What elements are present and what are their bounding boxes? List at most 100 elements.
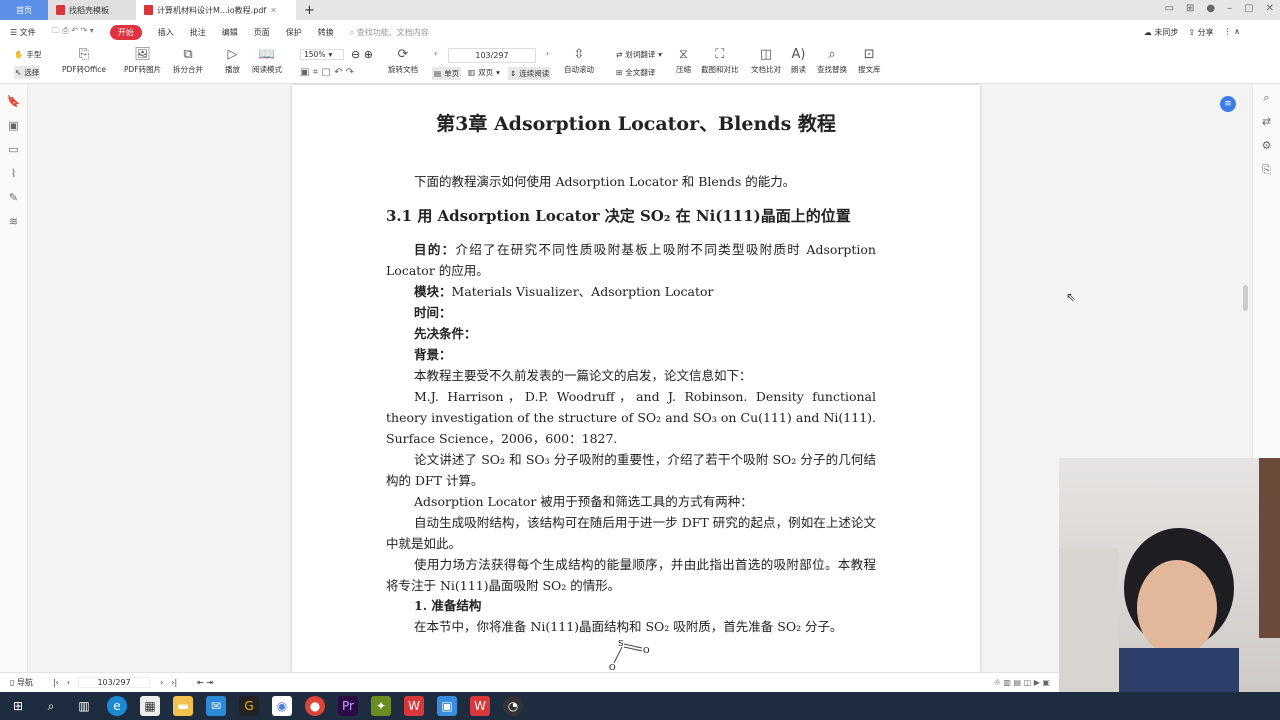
file-explorer-icon[interactable]: ▬: [173, 696, 193, 716]
menu-protect[interactable]: 保护: [286, 27, 302, 38]
app-cloud-icon[interactable]: ◉: [272, 696, 292, 716]
avatar[interactable]: ●: [1206, 3, 1215, 14]
hand-tool[interactable]: ✋ 手型: [14, 49, 41, 60]
label: 截图和对比: [701, 65, 739, 74]
rotate-button[interactable]: ⟳ 旋转文档: [388, 48, 418, 75]
search-input[interactable]: ⌕ 查找功能、文档内容: [350, 27, 429, 38]
new-tab-button[interactable]: +: [296, 0, 323, 20]
page-input[interactable]: 103/297: [448, 48, 536, 63]
menu-bar: ☰ 文件 🗀 ⎙ ↶ ↷ ▾ 开始 插入 批注 编辑 页面 保护 转换 ⌕ 查找…: [0, 20, 1280, 44]
task-view-icon[interactable]: ▥: [74, 696, 94, 716]
zoom-select[interactable]: 150% ▾: [300, 49, 344, 60]
search-icon: ⌕: [828, 47, 836, 62]
screenshot-compare-button[interactable]: ⛶ 截图和对比: [701, 48, 739, 75]
split-merge-button[interactable]: ⧉ 拆分合并: [173, 48, 203, 75]
more-icon[interactable]: ⋮ ∧: [1224, 27, 1240, 38]
read-mode-button[interactable]: 📖 阅读模式: [252, 48, 282, 75]
vertical-scrollbar[interactable]: [1243, 285, 1248, 311]
assistant-icon[interactable]: ≡: [1220, 96, 1236, 112]
store-icon[interactable]: ▦: [140, 696, 160, 716]
close-icon[interactable]: ✕: [270, 6, 277, 15]
time-label: 时间：: [414, 305, 452, 320]
first-page-button[interactable]: |‹: [53, 678, 59, 687]
view-mode-buttons[interactable]: ☼ ▥ ▤ ◫ ▶ ▣: [994, 678, 1050, 687]
page-indicator[interactable]: 103/297: [78, 677, 151, 688]
menu-annotate[interactable]: 批注: [190, 27, 206, 38]
so2-molecule-diagram: S O O: [609, 639, 650, 672]
zoom-search-icon[interactable]: ⌕: [1253, 85, 1280, 109]
text: Materials Visualizer、Adsorption Locator: [451, 284, 714, 299]
chapter-title: 第3章 Adsorption Locator、Blends 教程: [436, 113, 836, 135]
full-translate-button[interactable]: ⊞ 全文翻译: [616, 67, 655, 78]
paragraph: 论文讲述了 SO₂ 和 SO₃ 分子吸附的重要性，介绍了若干个吸附 SO₂ 分子…: [386, 452, 876, 488]
settings-icon[interactable]: ⚙: [1253, 133, 1280, 157]
export-icon[interactable]: ⎘: [1253, 157, 1280, 181]
attachment-icon[interactable]: ⌇: [0, 167, 27, 191]
left-sidebar: 🔖 ▣ ▭ ⌇ ✎ ≋: [0, 85, 28, 672]
layout-icon[interactable]: ▭: [1165, 3, 1174, 14]
premiere-icon[interactable]: Pr: [338, 696, 358, 716]
bookmark-icon[interactable]: 🔖: [0, 95, 27, 119]
library-icon: ⊡: [863, 47, 875, 62]
read-aloud-button[interactable]: A) 朗读: [791, 48, 806, 75]
find-replace-button[interactable]: ⌕ 查找替换: [817, 48, 847, 75]
grid-icon[interactable]: ⊞: [1186, 3, 1194, 14]
wps-icon[interactable]: W: [404, 696, 424, 716]
zoom-buttons[interactable]: ⊖ ⊕: [351, 48, 373, 61]
single-page-button[interactable]: ▤ 单页: [432, 67, 462, 80]
pdf-to-image-button[interactable]: 🖼 PDF转图片: [124, 48, 161, 75]
windows-start-icon[interactable]: ⊞: [8, 696, 28, 716]
rotate-icon: ⟳: [397, 47, 409, 62]
prev-page-button[interactable]: ‹: [434, 49, 437, 58]
menu-start[interactable]: 开始: [109, 24, 142, 40]
menu-file[interactable]: ☰ 文件: [10, 27, 36, 38]
minimize-button[interactable]: –: [1227, 3, 1232, 14]
translate-icon[interactable]: ⇄: [1253, 109, 1280, 133]
auto-scroll-button[interactable]: ⇳ 自动滚动: [564, 48, 594, 75]
comment-icon[interactable]: ▭: [0, 143, 27, 167]
menu-insert[interactable]: 插入: [158, 27, 174, 38]
search-icon[interactable]: ⌕: [41, 696, 61, 716]
compress-button[interactable]: ⧖ 压缩: [676, 48, 691, 75]
next-page-button[interactable]: ›: [546, 49, 549, 58]
label: 压缩: [676, 65, 691, 74]
label: 朗读: [791, 65, 806, 74]
tab-home[interactable]: 首页: [0, 0, 48, 20]
continuous-read-button[interactable]: ⇕ 连续阅读: [508, 67, 552, 80]
tab-pdf[interactable]: 计算机材料设计M...io教程.pdf ✕: [136, 0, 296, 20]
share-button[interactable]: ⇪ 分享: [1188, 27, 1213, 38]
nav-button[interactable]: ▯ 导航: [10, 677, 33, 688]
double-page-button[interactable]: ▥ 双页 ▾: [468, 67, 500, 78]
thumbnail-icon[interactable]: ▣: [0, 119, 27, 143]
mail-icon[interactable]: ✉: [206, 696, 226, 716]
next-page-button[interactable]: ›: [160, 678, 163, 687]
search-library-button[interactable]: ⊡ 搜文库: [858, 48, 881, 75]
last-page-button[interactable]: ›|: [171, 678, 177, 687]
tab-template[interactable]: 找稻壳模板: [48, 0, 136, 20]
word-translate-button[interactable]: ⇄ 划词翻译 ▾: [616, 49, 662, 60]
layers-icon[interactable]: ≋: [0, 215, 27, 239]
maximize-button[interactable]: ▢: [1244, 3, 1253, 14]
play-button[interactable]: ▷ 播放: [225, 48, 240, 75]
recorder-icon[interactable]: ◔: [503, 696, 523, 716]
menu-edit[interactable]: 编辑: [222, 27, 238, 38]
chrome-icon[interactable]: ●: [305, 696, 325, 716]
signature-icon[interactable]: ✎: [0, 191, 27, 215]
remote-desktop-icon[interactable]: ▣: [437, 696, 457, 716]
prev-page-button[interactable]: ‹: [67, 678, 70, 687]
back-button[interactable]: ⇤ ⇥: [197, 678, 213, 687]
pdf-to-office-button[interactable]: ⎘ PDF转Office: [62, 48, 106, 75]
menu-convert[interactable]: 转换: [318, 27, 334, 38]
menu-page[interactable]: 页面: [254, 27, 270, 38]
close-window-button[interactable]: ✕: [1266, 3, 1274, 14]
fit-tools[interactable]: ▣ ⌗ ▢ ↶ ↷: [300, 67, 354, 78]
doc-compare-button[interactable]: ◫ 文档比对: [751, 48, 781, 75]
nav-label: 导航: [16, 678, 33, 687]
app-game-icon[interactable]: ✦: [371, 696, 391, 716]
sync-button[interactable]: ☁ 未同步: [1144, 27, 1179, 38]
quick-access-icons[interactable]: 🗀 ⎙ ↶ ↷ ▾: [52, 25, 94, 39]
select-tool[interactable]: ⇖ 选择: [14, 66, 41, 79]
app-g-icon[interactable]: G: [239, 696, 259, 716]
wps-pdf-icon[interactable]: W: [470, 696, 490, 716]
edge-icon[interactable]: e: [107, 696, 127, 716]
